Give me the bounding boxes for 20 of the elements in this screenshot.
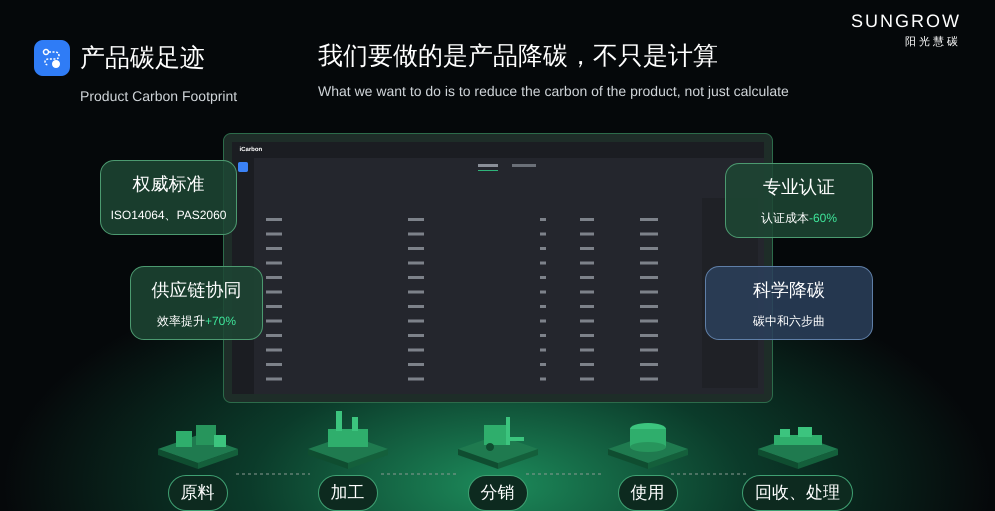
card-text: 效率提升+70% xyxy=(156,312,236,330)
card-title: 权威标准 xyxy=(132,173,204,196)
slogan-subtitle: What we want to do is to reduce the carbon of the product, not just calculate xyxy=(318,82,789,101)
page-subtitle: Product Carbon Footprint xyxy=(80,87,238,106)
card-text: ISO14064、PAS2060 xyxy=(110,207,226,224)
card-title: 供应链协同 xyxy=(152,278,242,302)
brand-tagline: 阳光慧碳 xyxy=(905,34,961,50)
card-title: 科学降碳 xyxy=(753,278,825,302)
card-text: 碳中和六步曲 xyxy=(753,312,825,330)
slogan-title: 我们要做的是产品降碳，不只是计算 xyxy=(318,44,719,69)
stage-label: 加工 xyxy=(318,475,378,511)
stage-label: 使用 xyxy=(618,475,678,511)
stage-label: 回收、处理 xyxy=(742,475,853,511)
brand-logo: SUNGROW xyxy=(851,12,961,30)
card-text: 认证成本-60% xyxy=(760,210,837,227)
route-icon xyxy=(41,47,63,69)
stage-label: 分销 xyxy=(468,475,528,511)
page-title: 产品碳足迹 xyxy=(80,46,205,70)
stage-label: 原料 xyxy=(168,475,228,511)
card-title: 专业认证 xyxy=(763,176,835,199)
